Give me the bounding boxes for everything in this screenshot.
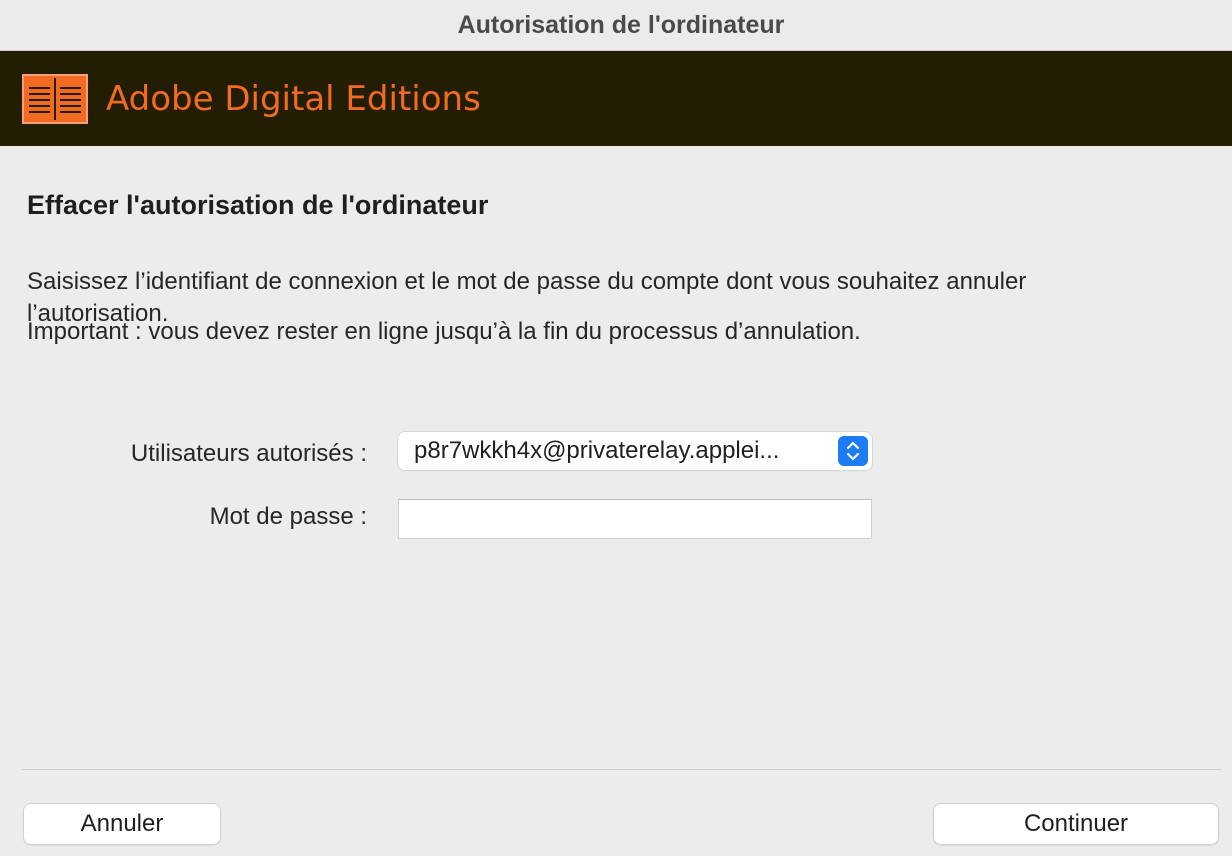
authorized-users-value: p8r7wkkh4x@privaterelay.applei...: [414, 437, 780, 464]
password-label: Mot de passe :: [209, 503, 367, 530]
book-icon: [22, 73, 88, 124]
cancel-button[interactable]: Annuler: [24, 804, 220, 844]
authorized-users-label: Utilisateurs autorisés :: [130, 440, 367, 467]
chevron-up-down-icon[interactable]: [838, 436, 868, 466]
authorization-dialog: Autorisation de l'ordinateur Adobe Digit…: [0, 0, 1232, 856]
footer-divider: [22, 769, 1222, 770]
dialog-heading: Effacer l'autorisation de l'ordinateur: [27, 190, 489, 220]
title-bar: Autorisation de l'ordinateur: [0, 0, 1232, 51]
important-notice: Important : vous devez rester en ligne j…: [27, 318, 861, 345]
continue-button[interactable]: Continuer: [934, 804, 1218, 844]
app-name: Adobe Digital Editions: [106, 78, 481, 119]
password-field[interactable]: [398, 499, 872, 539]
app-banner: Adobe Digital Editions: [0, 51, 1232, 146]
window-title: Autorisation de l'ordinateur: [457, 10, 785, 39]
authorized-users-select[interactable]: p8r7wkkh4x@privaterelay.applei...: [398, 432, 872, 470]
